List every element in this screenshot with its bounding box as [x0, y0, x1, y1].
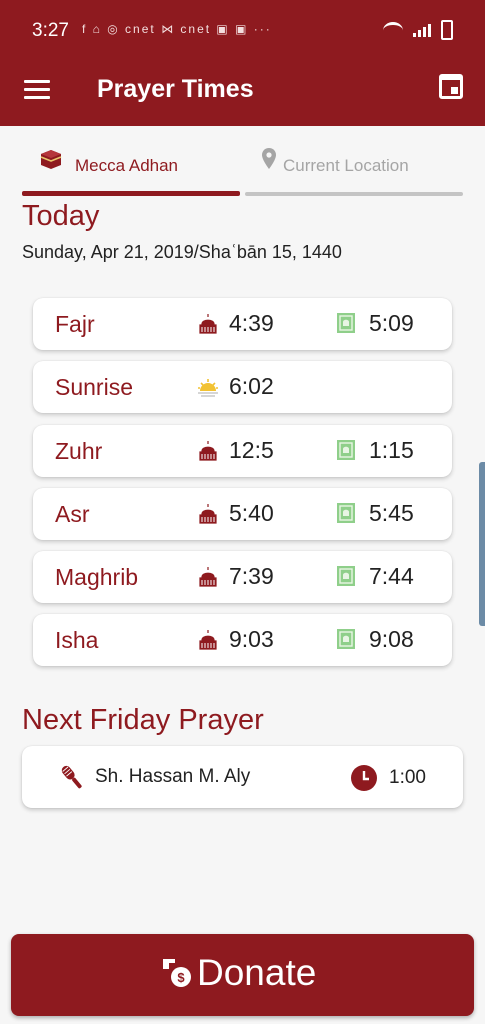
- prayer-row-maghrib[interactable]: Maghrib 7:39 7:44: [33, 551, 452, 603]
- prayer-row-fajr[interactable]: Fajr 4:39 5:09: [33, 298, 452, 350]
- adhan-time: 9:03: [229, 626, 274, 652]
- clock-icon: [351, 765, 377, 791]
- iqama-time: 7:44: [369, 563, 414, 589]
- today-heading: Today: [22, 200, 100, 232]
- adhan-time: 12:5: [229, 437, 274, 463]
- tab-indicator-active: [22, 191, 240, 196]
- battery-icon: [441, 20, 453, 40]
- friday-time: 1:00: [389, 767, 426, 788]
- prayer-mat-icon: [337, 566, 355, 586]
- adhan-time: 4:39: [229, 310, 274, 336]
- mosque-icon: [199, 567, 217, 587]
- location-pin-icon: [262, 148, 276, 169]
- friday-prayer-card[interactable]: Sh. Hassan M. Aly 1:00: [22, 746, 463, 808]
- imam-name: Sh. Hassan M. Aly: [95, 766, 251, 787]
- iqama-time: 1:15: [369, 437, 414, 463]
- prayer-name: Sunrise: [55, 374, 133, 400]
- status-bar: 3:27 f ⌂ ◎ cnet ⋈ cnet ▣ ▣ ···: [0, 0, 485, 60]
- kaaba-icon: [40, 150, 62, 169]
- menu-icon[interactable]: [24, 80, 50, 100]
- mosque-icon: [199, 630, 217, 650]
- system-icons: [383, 20, 453, 40]
- status-time: 3:27: [32, 20, 69, 41]
- page-title: Prayer Times: [97, 75, 254, 103]
- calendar-icon[interactable]: [439, 74, 463, 99]
- notification-icons: f ⌂ ◎ cnet ⋈ cnet ▣ ▣ ···: [82, 22, 272, 36]
- mosque-icon: [199, 504, 217, 524]
- prayer-row-zuhr[interactable]: Zuhr 12:5 1:15: [33, 425, 452, 477]
- iqama-time: 5:45: [369, 500, 414, 526]
- prayer-row-asr[interactable]: Asr 5:40 5:45: [33, 488, 452, 540]
- prayer-mat-icon: [337, 629, 355, 649]
- prayer-name: Asr: [55, 501, 90, 527]
- microphone-icon: [61, 765, 82, 789]
- friday-heading: Next Friday Prayer: [22, 704, 264, 736]
- sunrise-icon: [198, 379, 218, 397]
- scrollbar-handle[interactable]: [479, 462, 485, 626]
- mosque-icon: [199, 314, 217, 334]
- donate-label: Donate: [197, 952, 317, 993]
- prayer-mat-icon: [337, 440, 355, 460]
- today-date: Sunday, Apr 21, 2019/Shaʿbān 15, 1440: [22, 242, 342, 262]
- sunrise-time: 6:02: [229, 373, 274, 399]
- prayer-row-sunrise[interactable]: Sunrise 6:02: [33, 361, 452, 413]
- iqama-time: 5:09: [369, 310, 414, 336]
- prayer-name: Maghrib: [55, 564, 139, 590]
- wifi-icon: [383, 21, 403, 39]
- prayer-mat-icon: [337, 503, 355, 523]
- tab-label: Current Location: [283, 156, 409, 175]
- tab-indicator: [245, 192, 463, 196]
- prayer-row-isha[interactable]: Isha 9:03 9:08: [33, 614, 452, 666]
- signal-icon: [413, 23, 431, 37]
- prayer-name: Fajr: [55, 311, 95, 337]
- iqama-time: 9:08: [369, 626, 414, 652]
- tab-mecca-adhan[interactable]: Mecca Adhan: [22, 140, 240, 196]
- svg-text:$: $: [177, 970, 185, 985]
- adhan-time: 7:39: [229, 563, 274, 589]
- mosque-icon: [199, 441, 217, 461]
- adhan-time: 5:40: [229, 500, 274, 526]
- prayer-mat-icon: [337, 313, 355, 333]
- app-bar: Prayer Times: [0, 60, 485, 126]
- tab-current-location[interactable]: Current Location: [245, 140, 463, 196]
- tab-label: Mecca Adhan: [75, 156, 179, 175]
- donate-button[interactable]: $ Donate: [11, 934, 474, 1016]
- prayer-name: Zuhr: [55, 438, 103, 464]
- prayer-name: Isha: [55, 627, 99, 653]
- donate-icon: $: [163, 959, 191, 987]
